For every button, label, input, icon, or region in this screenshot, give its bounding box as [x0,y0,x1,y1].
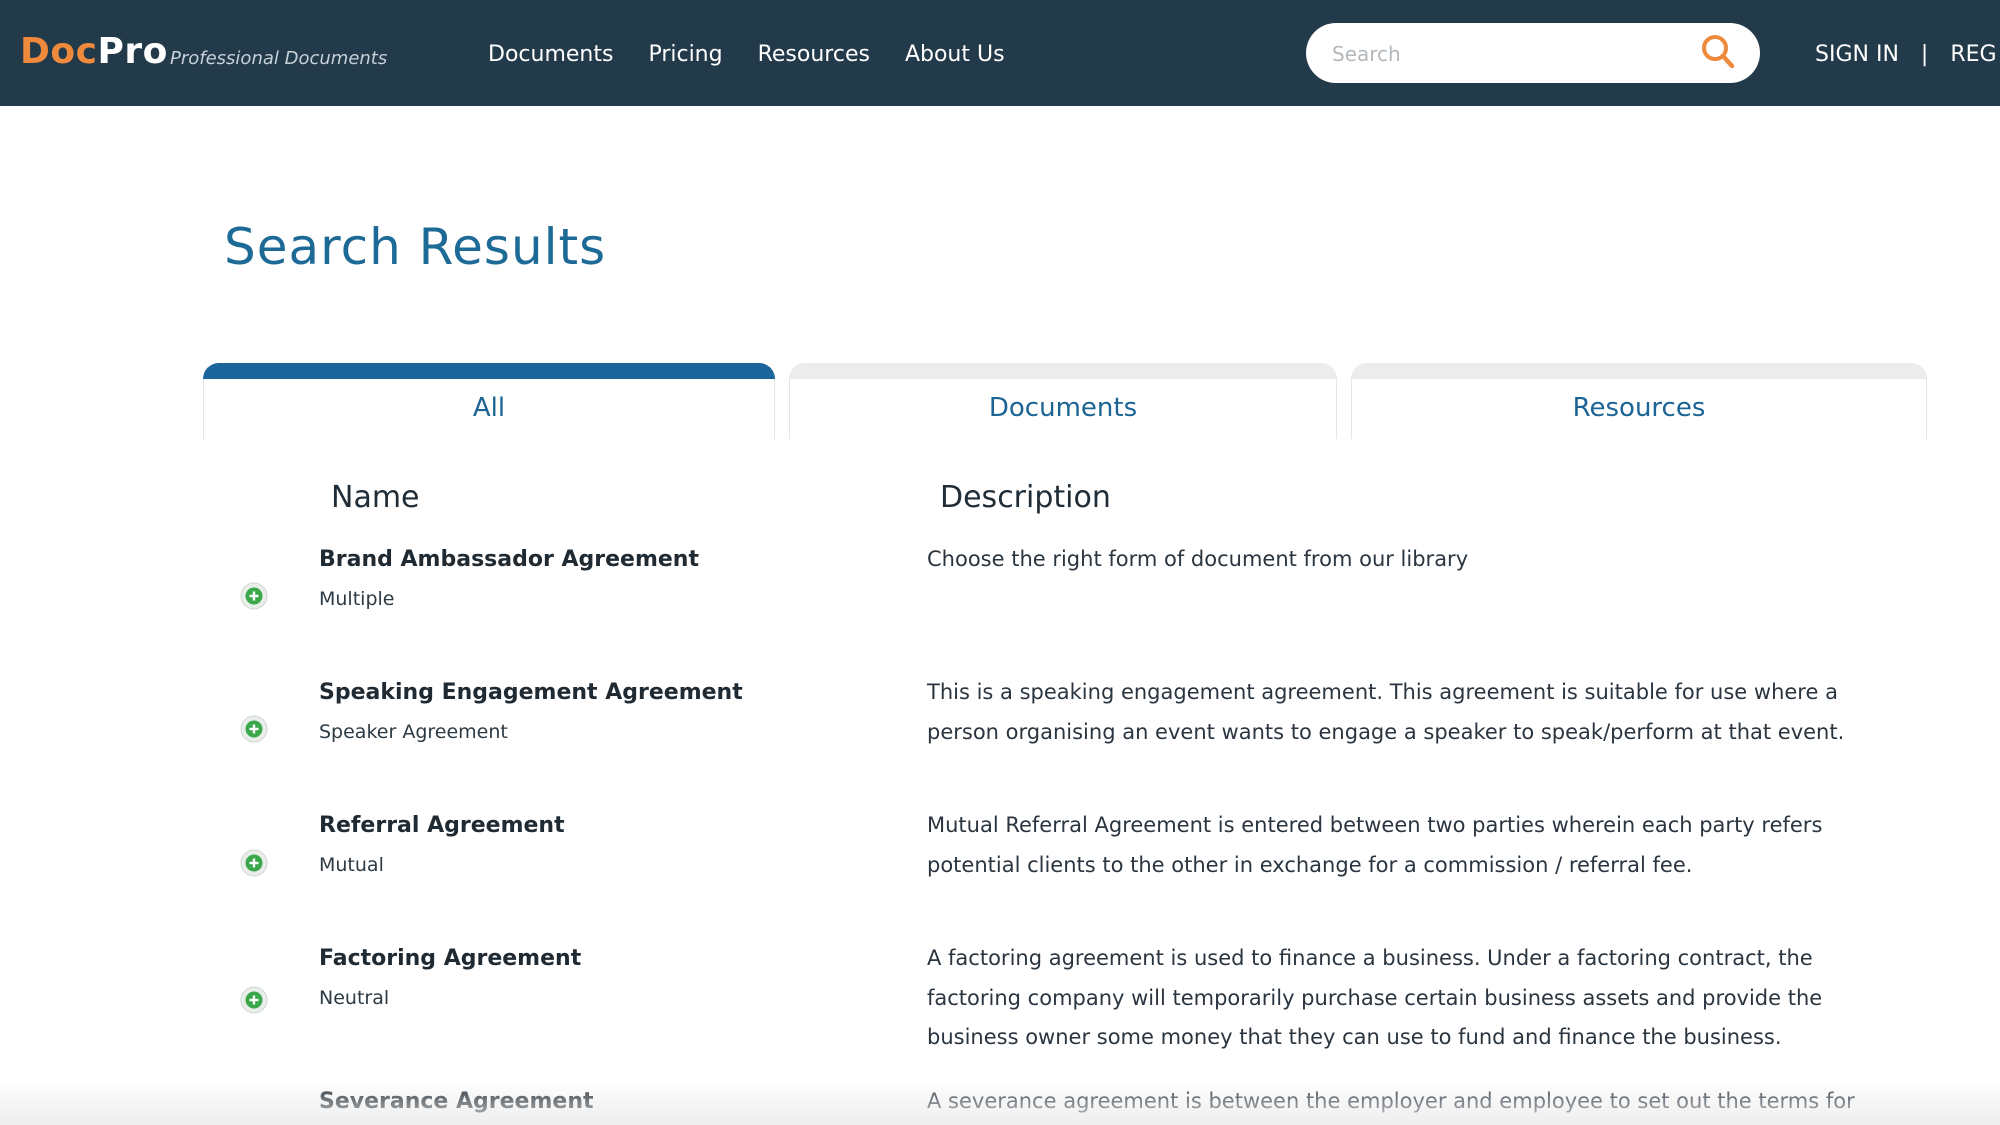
document-variant: Mutual [319,854,384,876]
document-description: Mutual Referral Agreement is entered bet… [927,813,1823,877]
document-description: This is a speaking engagement agreement.… [927,680,1845,744]
tab-resources[interactable]: Resources [1351,363,1927,439]
add-circle-icon[interactable] [240,582,268,610]
document-name[interactable]: Brand Ambassador Agreement [319,545,699,575]
document-name[interactable]: Referral Agreement [319,811,565,841]
add-circle-icon[interactable] [240,849,268,877]
add-circle-icon[interactable] [240,715,268,743]
tab-cap [789,363,1337,379]
docpro-logo[interactable]: DocPro [20,30,168,74]
logo-pro-text: Pro [97,31,168,72]
nav-documents[interactable]: Documents [488,38,613,72]
document-description: Choose the right form of document from o… [927,547,1469,571]
sign-in-link[interactable]: SIGN IN [1815,42,1899,67]
auth-links: SIGN IN | REG [1815,38,1997,72]
logo-doc-text: Doc [20,31,98,72]
tab-all[interactable]: All [203,363,775,439]
nav-pricing[interactable]: Pricing [648,38,722,72]
document-name[interactable]: Factoring Agreement [319,944,581,974]
document-description: A factoring agreement is used to finance… [927,946,1823,1049]
tab-documents-label: Documents [988,393,1138,423]
tab-active-indicator [203,363,775,379]
document-description: A severance agreement is between the emp… [927,1089,1855,1113]
document-variant: Multiple [319,588,395,610]
page-title: Search Results [224,218,607,276]
auth-separator: | [1920,42,1929,67]
tab-resources-label: Resources [1572,393,1706,423]
column-header-description: Description [940,480,1111,515]
search-box [1306,23,1760,83]
document-name[interactable]: Severance Agreement [319,1087,594,1117]
search-icon[interactable] [1700,33,1736,73]
main-nav: Documents Pricing Resources About Us [488,38,1040,72]
top-navigation-bar: DocPro Professional Documents Documents … [0,0,2000,106]
document-variant: Speaker Agreement [319,721,508,743]
tab-all-label: All [472,393,506,423]
tab-cap [1351,363,1927,379]
register-link[interactable]: REG [1950,42,1996,67]
tab-documents[interactable]: Documents [789,363,1337,439]
search-input[interactable] [1330,35,1694,73]
column-header-name: Name [331,480,420,515]
logo-tagline: Professional Documents [170,48,388,69]
document-variant: Neutral [319,987,390,1009]
document-name[interactable]: Speaking Engagement Agreement [319,678,743,708]
nav-about-us[interactable]: About Us [905,38,1005,72]
nav-resources[interactable]: Resources [758,38,870,72]
add-circle-icon[interactable] [240,986,268,1014]
